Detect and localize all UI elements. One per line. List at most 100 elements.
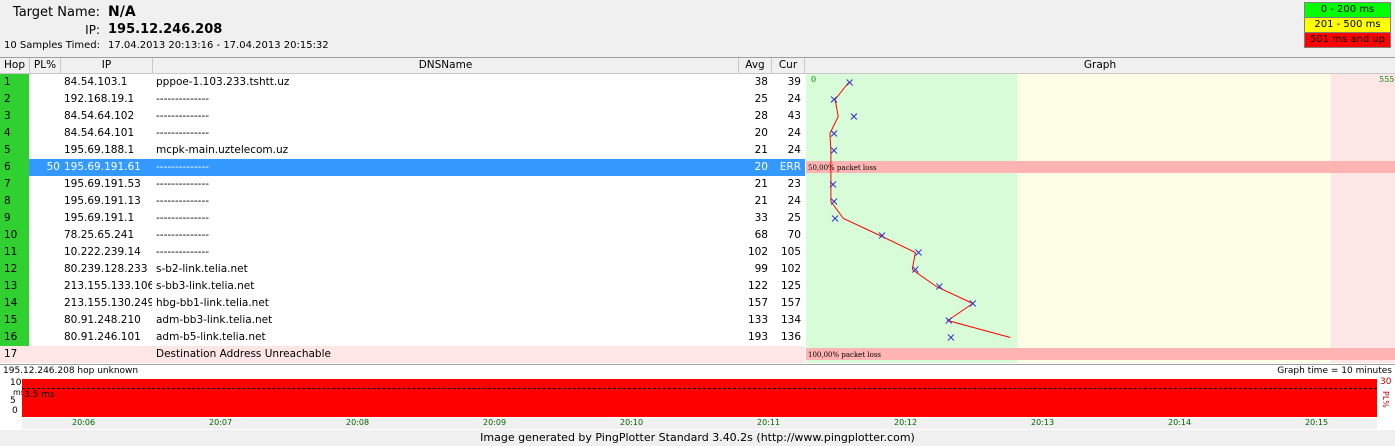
table-row[interactable]: 16 80.91.246.101 adm-b5-link.telia.net 193 1… xyxy=(0,329,805,346)
time-graph-header: 195.12.246.208 hop unknown Graph time = … xyxy=(0,364,1395,377)
hop-cell: 11 xyxy=(0,244,29,261)
zone-red xyxy=(1330,74,1395,363)
hop-cell: 1 xyxy=(0,74,29,91)
ip-cell: 213.155.133.106 xyxy=(64,280,152,292)
pl-cell xyxy=(30,193,60,210)
graph-time-label: Graph time = 10 minutes xyxy=(1277,366,1392,376)
table-row[interactable]: 8 195.69.191.13 -------------- 21 24 xyxy=(0,193,805,210)
table-row[interactable]: 3 84.54.64.102 -------------- 28 43 xyxy=(0,108,805,125)
column-header-avg[interactable]: Avg xyxy=(739,58,772,74)
hop-cell: 14 xyxy=(0,295,29,312)
dns-cell: Destination Address Unreachable xyxy=(156,348,331,360)
hop-cell: 3 xyxy=(0,108,29,125)
dns-cell: -------------- xyxy=(156,127,210,139)
hop-cell: 9 xyxy=(0,210,29,227)
cur-cell: 125 xyxy=(780,280,801,292)
time-graph-area: 3.5 ms xyxy=(22,379,1377,417)
avg-cell: 38 xyxy=(754,76,768,88)
dns-cell: -------------- xyxy=(156,195,210,207)
hop-cell: 17 xyxy=(0,346,29,363)
trace-header: Target Name: N/A IP: 195.12.246.208 10 S… xyxy=(0,0,1395,58)
dns-cell: mcpk-main.uztelecom.uz xyxy=(156,144,289,156)
column-header-hop[interactable]: Hop xyxy=(0,58,30,74)
time-tick-label: 20:11 xyxy=(757,418,781,427)
hop-cell: 2 xyxy=(0,91,29,108)
table-row[interactable]: 15 80.91.248.210 adm-bb3-link.telia.net 133… xyxy=(0,312,805,329)
table-row[interactable]: 12 80.239.128.233 s-b2-link.telia.net 99 102 xyxy=(0,261,805,278)
avg-cell: 133 xyxy=(747,314,768,326)
avg-cell: 102 xyxy=(747,246,768,258)
time-tick-label: 20:06 xyxy=(72,418,96,427)
y-axis-mid: 5 xyxy=(10,396,16,406)
cur-cell: 70 xyxy=(787,229,801,241)
column-header-graph[interactable]: Graph xyxy=(805,58,1395,74)
table-row[interactable]: 10 78.25.65.241 -------------- 68 70 xyxy=(0,227,805,244)
dns-cell: s-b2-link.telia.net xyxy=(156,263,248,275)
pl-cell xyxy=(30,210,60,227)
hop-cell: 5 xyxy=(0,142,29,159)
table-row[interactable]: 13 213.155.133.106 s-bb3-link.telia.net 122… xyxy=(0,278,805,295)
cur-cell: 24 xyxy=(787,144,801,156)
table-row[interactable]: 9 195.69.191.1 -------------- 33 25 xyxy=(0,210,805,227)
table-row[interactable]: 6 50 195.69.191.61 -------------- 20 ERR xyxy=(0,159,805,176)
ip-cell: 10.222.239.14 xyxy=(64,246,141,258)
ip-label: IP: xyxy=(85,23,100,37)
dns-cell: -------------- xyxy=(156,161,210,173)
table-row[interactable]: 7 195.69.191.53 -------------- 21 23 xyxy=(0,176,805,193)
cur-cell: 136 xyxy=(780,331,801,343)
cur-cell xyxy=(772,346,801,363)
column-header-ip[interactable]: IP xyxy=(61,58,153,74)
time-tick-label: 20:15 xyxy=(1305,418,1329,427)
pl-cell xyxy=(30,108,60,125)
table-row[interactable]: 5 195.69.188.1 mcpk-main.uztelecom.uz 21 24 xyxy=(0,142,805,159)
loss-label-hop6: 50,00% packet loss xyxy=(808,164,877,172)
table-row[interactable]: 4 84.54.64.101 -------------- 20 24 xyxy=(0,125,805,142)
dns-cell: adm-b5-link.telia.net xyxy=(156,331,266,343)
dns-cell: -------------- xyxy=(156,229,210,241)
time-tick-label: 20:09 xyxy=(483,418,507,427)
column-header-pl[interactable]: PL% xyxy=(30,58,61,74)
hop-cell: 7 xyxy=(0,176,29,193)
hop-cell: 13 xyxy=(0,278,29,295)
column-header-cur[interactable]: Cur xyxy=(772,58,805,74)
hop-cell: 15 xyxy=(0,312,29,329)
hop-cell: 6 xyxy=(0,159,29,176)
avg-cell: 20 xyxy=(754,127,768,139)
zone-yellow xyxy=(1017,74,1331,363)
cur-cell: 134 xyxy=(780,314,801,326)
pl-cell xyxy=(30,346,60,363)
cur-cell: 105 xyxy=(780,246,801,258)
column-header-dnsname[interactable]: DNSName xyxy=(153,58,739,74)
avg-cell: 21 xyxy=(754,144,768,156)
ip-cell: 195.69.188.1 xyxy=(64,144,135,156)
ip-cell: 78.25.65.241 xyxy=(64,229,135,241)
ip-cell: 192.168.19.1 xyxy=(64,93,135,105)
avg-cell: 20 xyxy=(754,161,768,173)
footer-text: Image generated by PingPlotter Standard … xyxy=(0,430,1395,446)
ip-cell: 195.69.191.61 xyxy=(64,161,141,173)
dns-cell: -------------- xyxy=(156,110,210,122)
dns-cell: -------------- xyxy=(156,212,210,224)
legend-green: 0 - 200 ms xyxy=(1304,2,1391,18)
y-axis-top: 10 xyxy=(10,378,22,388)
table-row[interactable]: 2 192.168.19.1 -------------- 25 24 xyxy=(0,91,805,108)
cur-cell: 24 xyxy=(787,195,801,207)
pl-cell xyxy=(30,261,60,278)
table-row[interactable]: 11 10.222.239.14 -------------- 102 105 xyxy=(0,244,805,261)
table-row[interactable]: 14 213.155.130.249 hbg-bb1-link.telia.net 1… xyxy=(0,295,805,312)
avg-cell: 21 xyxy=(754,195,768,207)
loss-bar-hop17 xyxy=(806,348,1395,360)
avg-cell: 25 xyxy=(754,93,768,105)
time-graph-title: 195.12.246.208 hop unknown xyxy=(3,366,139,376)
table-row[interactable]: 1 84.54.103.1 pppoe-1.103.233.tshtt.uz 38 39 xyxy=(0,74,805,91)
pl-cell xyxy=(30,278,60,295)
table-row[interactable]: 17 Destination Address Unreachable xyxy=(0,346,805,363)
samples-value: 17.04.2013 20:13:16 - 17.04.2013 20:15:3… xyxy=(108,40,329,51)
time-graph: 10 ms 5 0 3.5 ms 30 PL% xyxy=(0,377,1395,417)
dns-cell: -------------- xyxy=(156,178,210,190)
avg-cell: 193 xyxy=(747,331,768,343)
cur-cell: 39 xyxy=(787,76,801,88)
legend-red: 501 ms and up xyxy=(1304,32,1391,48)
legend-yellow: 201 - 500 ms xyxy=(1304,17,1391,33)
cur-cell: 43 xyxy=(787,110,801,122)
